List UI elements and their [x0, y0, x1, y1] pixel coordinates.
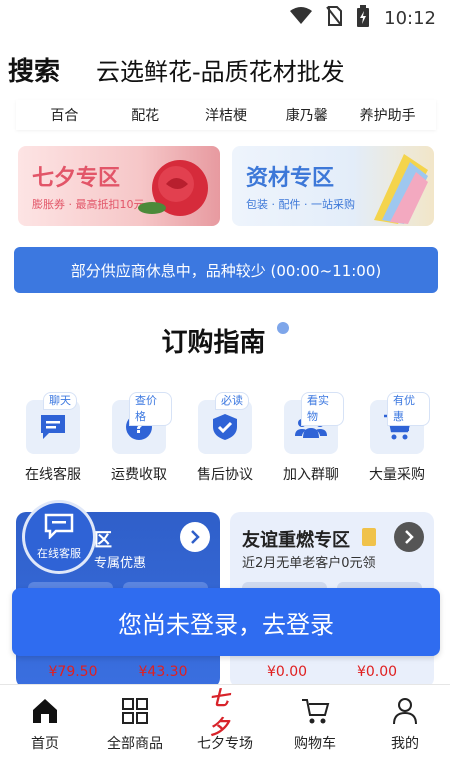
wifi-icon: [290, 7, 313, 29]
chat-icon: [44, 513, 74, 543]
wrapping-paper-image: [374, 154, 428, 224]
header: 搜索 云选鲜花-品质花材批发: [0, 44, 450, 94]
dot-decoration: [276, 322, 289, 334]
guide-tag: 必读: [215, 392, 249, 410]
guide-tag: 查价格: [129, 392, 172, 426]
category-carnation[interactable]: 康乃馨: [266, 105, 347, 125]
feature-subtitle: 近2月无单老客户0元领: [242, 556, 376, 571]
tab-label: 七夕专场: [197, 736, 253, 752]
tab-label: 首页: [31, 736, 59, 752]
product-price: ¥0.00: [266, 664, 308, 680]
category-lily[interactable]: 百合: [24, 105, 105, 125]
product-price: ¥43.30: [138, 664, 188, 680]
feature-title: 区: [94, 530, 112, 551]
supplier-notice: 部分供应商休息中，品种较少 (00:00~11:00): [14, 247, 438, 293]
guide-label: 售后协议: [197, 467, 253, 483]
tab-profile[interactable]: 我的: [360, 685, 450, 760]
promo-zicai-card[interactable]: 资材专区 包装 · 配件 · 一站采购: [232, 146, 434, 226]
login-button[interactable]: 您尚未登录，去登录: [12, 588, 440, 656]
guide-join-group[interactable]: 看实物 加入群聊: [268, 392, 354, 492]
rose-image: [138, 160, 208, 216]
feature-title: 友谊重燃专区: [242, 530, 350, 551]
promo-zicai-subtitle: 包装 · 配件 · 一站采购: [246, 198, 355, 211]
product-price: ¥0.00: [356, 664, 398, 680]
guide-tag: 有优惠: [387, 392, 430, 426]
promo-qixi-subtitle: 膨胀券 · 最高抵扣10元: [32, 198, 145, 211]
no-sim-icon: [326, 6, 343, 30]
guide-after-sales[interactable]: 必读 售后协议: [182, 392, 268, 492]
gift-cup-icon: [362, 528, 376, 546]
tab-label: 全部商品: [107, 736, 163, 752]
user-icon: [389, 695, 421, 727]
home-icon: [29, 695, 61, 727]
feature-subtitle: 专属优惠: [94, 556, 147, 571]
category-care-assistant[interactable]: 养护助手: [347, 105, 428, 125]
chevron-right-icon[interactable]: [180, 522, 210, 552]
grid-icon: [119, 695, 151, 727]
price-row: ¥0.00 ¥0.00: [242, 664, 422, 680]
category-bar: 百合 配花 洋桔梗 康乃馨 养护助手: [16, 100, 436, 130]
guide-bulk-purchase[interactable]: 有优惠 大量采购: [354, 392, 440, 492]
status-bar: 10:12: [0, 0, 450, 36]
promo-qixi-card[interactable]: 七夕专区 膨胀券 · 最高抵扣10元: [18, 146, 220, 226]
guide-label: 加入群聊: [283, 467, 339, 483]
bottom-tab-bar: 首页 全部商品 七夕 七夕专场 购物车 我的: [0, 684, 450, 760]
order-guide-title: 订购指南: [0, 322, 450, 359]
order-guide-grid: 聊天 在线客服 查价格 ? 运费收取 必读 售后协议 看实物 加入群聊 有优惠 …: [10, 392, 440, 492]
search-button[interactable]: 搜索: [8, 51, 60, 88]
battery-icon: [356, 5, 370, 31]
online-service-label: 在线客服: [37, 547, 81, 560]
app-title: 云选鲜花-品质花材批发: [96, 57, 345, 86]
tab-all-products[interactable]: 全部商品: [90, 685, 180, 760]
tab-qixi-special[interactable]: 七夕 七夕专场: [180, 685, 270, 760]
tab-label: 我的: [391, 736, 419, 752]
chevron-right-icon[interactable]: [394, 522, 424, 552]
guide-tag: 聊天: [43, 392, 77, 410]
price-row: ¥79.50 ¥43.30: [28, 664, 208, 680]
category-eustoma[interactable]: 洋桔梗: [186, 105, 267, 125]
floating-online-service-button[interactable]: 在线客服: [22, 500, 96, 574]
cart-icon: [299, 695, 331, 727]
guide-label: 在线客服: [25, 467, 81, 483]
guide-label: 大量采购: [369, 467, 425, 483]
product-price: ¥79.50: [48, 664, 98, 680]
status-time: 10:12: [384, 7, 436, 29]
guide-online-service[interactable]: 聊天 在线客服: [10, 392, 96, 492]
tab-home[interactable]: 首页: [0, 685, 90, 760]
guide-tag: 看实物: [301, 392, 344, 426]
guide-label: 运费收取: [111, 467, 167, 483]
tab-label: 购物车: [294, 736, 336, 752]
qixi-glyph: 七夕: [209, 686, 229, 739]
promo-qixi-title: 七夕专区: [32, 166, 121, 191]
guide-shipping-fee[interactable]: 查价格 ? 运费收取: [96, 392, 182, 492]
promo-zicai-title: 资材专区: [246, 166, 335, 191]
qixi-logo-icon: 七夕: [209, 686, 241, 739]
category-filler-flowers[interactable]: 配花: [105, 105, 186, 125]
tab-shopping-cart[interactable]: 购物车: [270, 685, 360, 760]
